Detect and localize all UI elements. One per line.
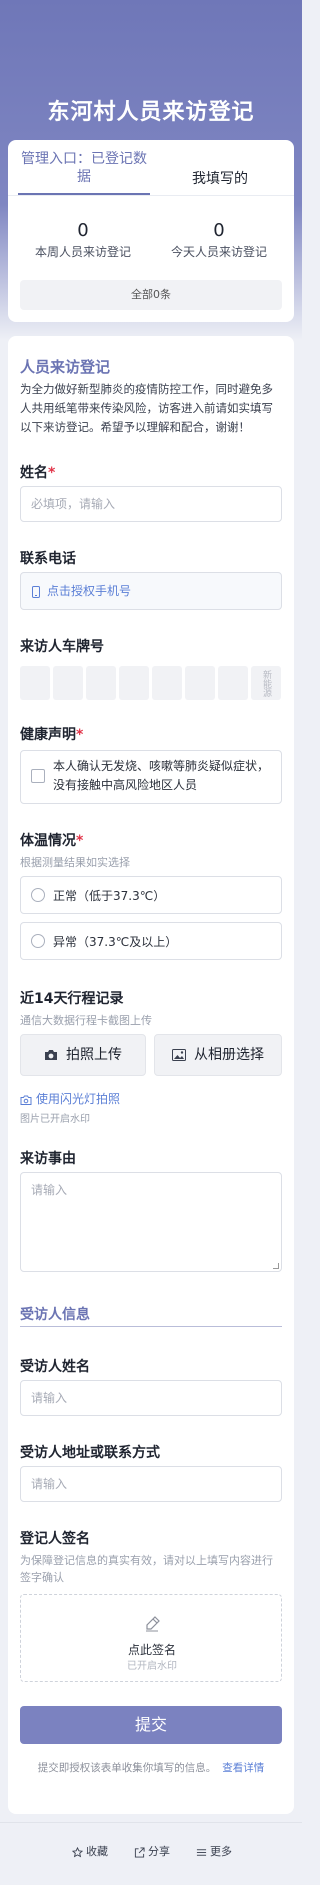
stat-today-label: 今天人员来访登记 (170, 245, 267, 259)
page-title: 东河村人员来访登记 (47, 100, 255, 125)
more-button[interactable]: 更多 (196, 1843, 232, 1859)
reason-textarea[interactable]: 请输入 (20, 1172, 282, 1272)
name-label: 姓名* (20, 465, 56, 481)
plate-cell-new-energy[interactable]: 新能源 (251, 666, 281, 700)
camera-icon (20, 1095, 32, 1105)
reason-placeholder: 请输入 (31, 1183, 68, 1197)
host-contact-label: 受访人地址或联系方式 (20, 1445, 160, 1461)
signature-hint: 为保障登记信息的真实有效，请对以上填写内容进行签字确认 (20, 1554, 273, 1584)
plate-cell[interactable] (53, 666, 83, 700)
name-input[interactable]: 必填项，请输入 (20, 486, 282, 522)
section-divider (20, 1326, 282, 1327)
tab-bar: 管理入口：已登记数据 我填写的 (8, 140, 294, 196)
flash-photo-link[interactable]: 使用闪光灯拍照 (20, 1090, 120, 1107)
health-label: 健康声明* (20, 727, 84, 743)
phone-icon (32, 585, 40, 598)
plate-label: 来访人车牌号 (20, 639, 104, 655)
agreement-label: 提交即授权该表单收集你填写的信息。 (37, 1762, 217, 1774)
share-button[interactable]: 分享 (134, 1843, 170, 1859)
favorite-label: 收藏 (86, 1845, 108, 1858)
agreement-text: 提交即授权该表单收集你填写的信息。 查看详情 (8, 1760, 294, 1775)
signature-watermark: 已开启水印 (127, 1661, 177, 1672)
plate-cell[interactable] (86, 666, 116, 700)
signature-action: 点此签名 (127, 1643, 176, 1657)
share-icon (134, 1846, 145, 1858)
camera-upload-button[interactable]: 拍照上传 (20, 1034, 146, 1076)
authorize-phone-label: 点击授权手机号 (47, 584, 132, 598)
album-select-label: 从相册选择 (194, 1047, 264, 1063)
star-icon (71, 1846, 84, 1857)
flash-photo-label: 使用闪光灯拍照 (36, 1092, 121, 1106)
plate-cell[interactable] (218, 666, 248, 700)
trip-hint: 通信大数据行程卡截图上传 (20, 1014, 152, 1027)
tab-active-indicator (18, 193, 150, 195)
radio-icon (31, 888, 45, 902)
tab-registered-data[interactable]: 管理入口：已登记数据 (18, 150, 150, 186)
watermark-note: 图片已开启水印 (20, 1114, 90, 1125)
host-contact-input[interactable]: 请输入 (20, 1466, 282, 1502)
stats-card: 管理入口：已登记数据 我填写的 0 本周人员来访登记 0 今天人员来访登记 全部… (8, 140, 294, 322)
stat-week-label: 本周人员来访登记 (34, 245, 131, 259)
authorize-phone-button[interactable]: 点击授权手机号 (20, 572, 282, 610)
signature-pad[interactable]: 点此签名 已开启水印 (20, 1594, 282, 1682)
phone-label: 联系电话 (20, 551, 76, 567)
temperature-option-abnormal[interactable]: 异常（37.3℃及以上） (20, 922, 282, 960)
temperature-option-normal[interactable]: 正常（低于37.3℃） (20, 876, 282, 914)
plate-cell[interactable] (152, 666, 182, 700)
view-all-button[interactable]: 全部0条 (20, 280, 282, 310)
stat-week-value: 0 (77, 220, 89, 241)
health-declaration-text: 本人确认无发烧、咳嗽等肺炎疑似症状，没有接触中高风险地区人员 (53, 759, 270, 792)
host-section-title: 受访人信息 (20, 1307, 90, 1323)
image-icon (172, 1049, 186, 1061)
view-details-link[interactable]: 查看详情 (222, 1762, 264, 1774)
menu-icon (196, 1848, 207, 1856)
plate-cell[interactable] (119, 666, 149, 700)
form-intro: 为全力做好新型肺炎的疫情防控工作，同时避免多人共用纸笔带来传染风险，访客进入前请… (20, 382, 273, 434)
camera-upload-label: 拍照上传 (66, 1047, 122, 1063)
resize-handle[interactable] (273, 1263, 279, 1269)
temperature-label: 体温情况* (20, 833, 84, 849)
trip-label: 近14天行程记录 (20, 991, 124, 1007)
favorite-button[interactable]: 收藏 (71, 1843, 108, 1859)
more-label: 更多 (210, 1845, 232, 1858)
share-label: 分享 (148, 1845, 170, 1858)
radio-icon (31, 934, 45, 948)
temperature-option-label: 正常（低于37.3℃） (53, 889, 166, 903)
tab-my-submissions[interactable]: 我填写的 (154, 170, 286, 188)
submit-button[interactable]: 提交 (20, 1706, 282, 1744)
host-name-input[interactable]: 请输入 (20, 1380, 282, 1416)
stat-today-value: 0 (213, 220, 225, 241)
form-section-title: 人员来访登记 (20, 358, 111, 376)
album-select-button[interactable]: 从相册选择 (154, 1034, 282, 1076)
temperature-hint: 根据测量结果如实选择 (20, 856, 130, 869)
reason-label: 来访事由 (20, 1151, 76, 1167)
plate-cell[interactable] (20, 666, 50, 700)
stat-today: 0 今天人员来访登记 (154, 220, 284, 260)
health-checkbox[interactable] (31, 769, 45, 783)
temperature-option-label: 异常（37.3℃及以上） (53, 935, 178, 949)
camera-icon (45, 1050, 57, 1060)
health-declaration[interactable]: 本人确认无发烧、咳嗽等肺炎疑似症状，没有接触中高风险地区人员 (20, 750, 282, 804)
stat-week: 0 本周人员来访登记 (18, 220, 148, 260)
form-card: 人员来访登记 为全力做好新型肺炎的疫情防控工作，同时避免多人共用纸笔带来传染风险… (8, 336, 294, 1814)
signature-label: 登记人签名 (20, 1531, 90, 1547)
plate-cell[interactable] (185, 666, 215, 700)
footer-bar: 收藏 分享 更多 (0, 1822, 302, 1885)
host-name-label: 受访人姓名 (20, 1359, 90, 1375)
pen-icon (146, 1616, 160, 1632)
